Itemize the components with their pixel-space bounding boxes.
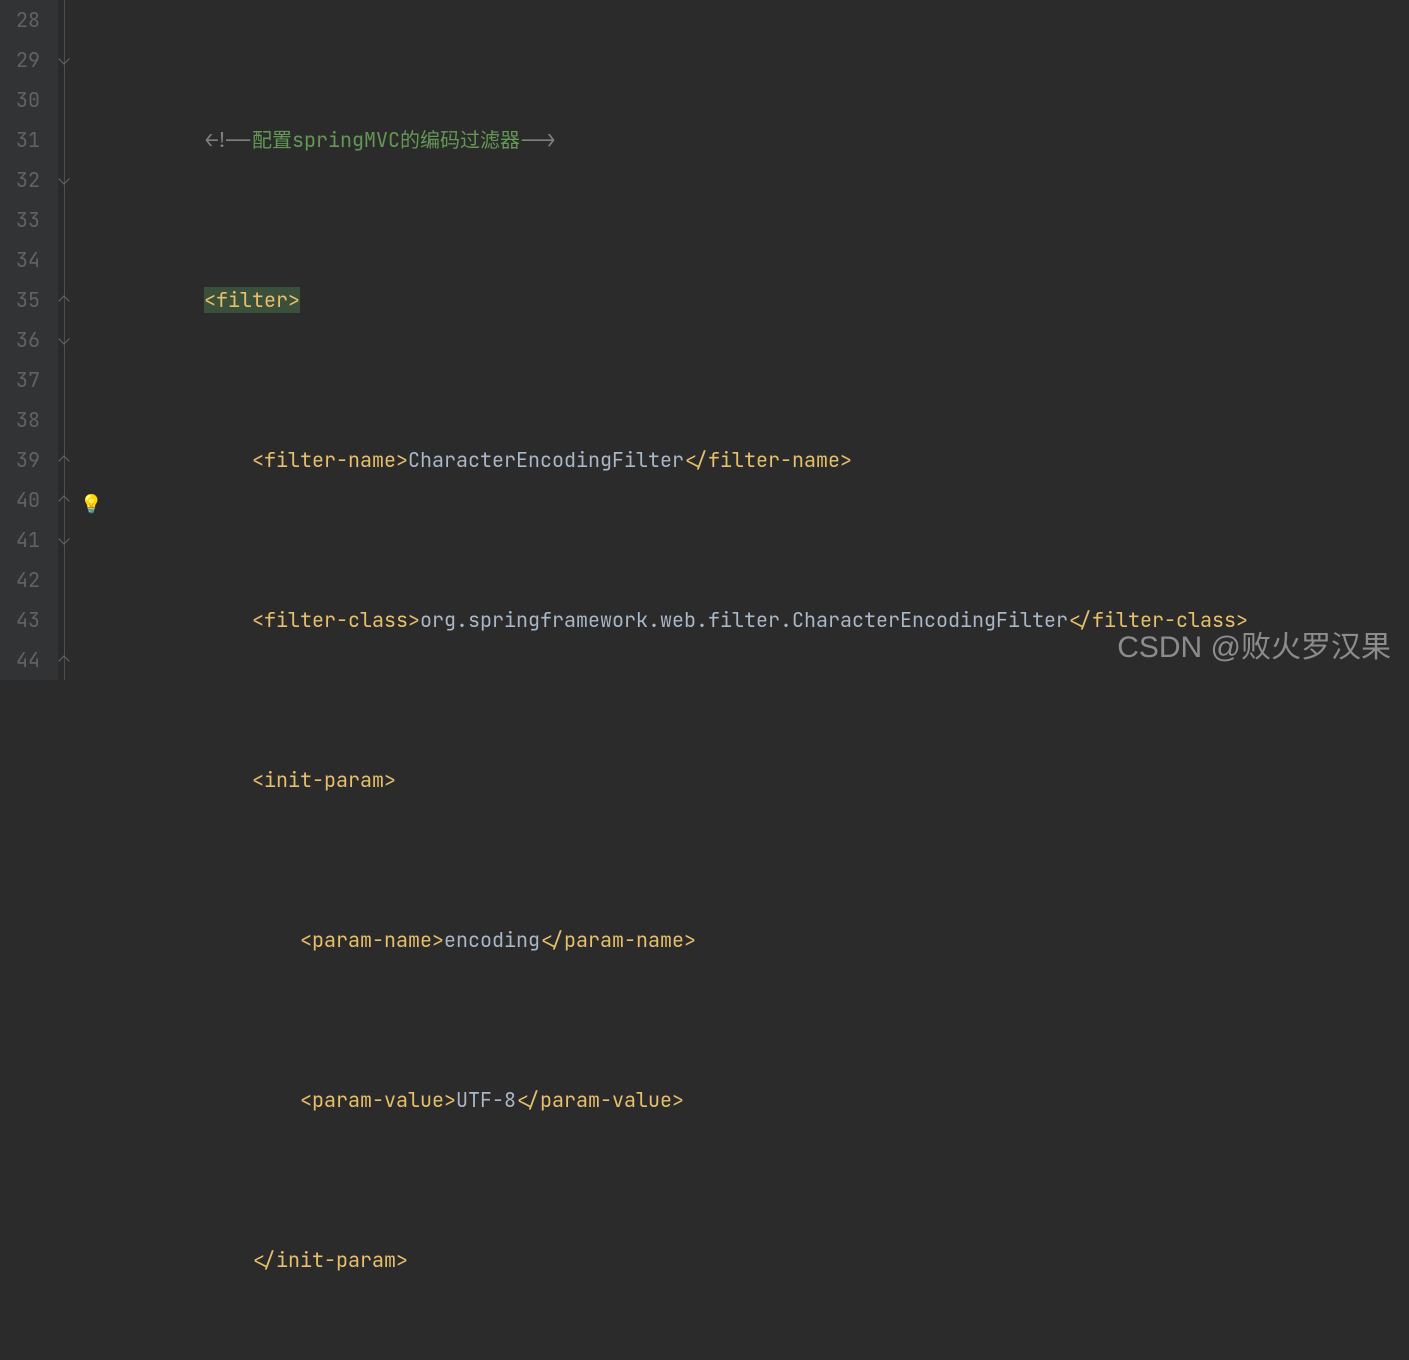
line-number: 42 — [0, 560, 40, 600]
xml-tag: <param-name> — [300, 927, 444, 953]
line-number: 33 — [0, 200, 40, 240]
line-number: 38 — [0, 400, 40, 440]
line-number: 35 — [0, 280, 40, 320]
xml-tag: <filter-class> — [252, 607, 420, 633]
xml-tag: <init-param> — [252, 767, 396, 793]
code-editor[interactable]: 28 29 30 31 32 33 34 35 36 37 38 39 40 4… — [0, 0, 1409, 680]
line-number: 44 — [0, 640, 40, 680]
code-area[interactable]: <!--配置springMVC的编码过滤器--> <filter> <filte… — [108, 0, 1409, 680]
code-line: <filter-class>org.springframework.web.fi… — [108, 600, 1409, 640]
line-number: 40 — [0, 480, 40, 520]
code-line: <init-param> — [108, 760, 1409, 800]
line-number: 29 — [0, 40, 40, 80]
code-line: <!--配置springMVC的编码过滤器--> — [108, 120, 1409, 160]
xml-text: UTF-8 — [456, 1087, 516, 1113]
xml-tag: </filter-name> — [684, 447, 852, 473]
line-number: 43 — [0, 600, 40, 640]
lightbulb-icon[interactable]: 💡 — [80, 485, 98, 503]
xml-comment-open: <!-- — [204, 127, 252, 153]
xml-tag: </param-name> — [540, 927, 696, 953]
code-line: <filter-name>CharacterEncodingFilter</fi… — [108, 440, 1409, 480]
line-number: 41 — [0, 520, 40, 560]
xml-tag: <filter-name> — [252, 447, 408, 473]
fold-gutter: 💡 — [58, 0, 108, 680]
code-line: <filter> — [108, 280, 1409, 320]
xml-text: org.springframework.web.filter.Character… — [420, 607, 1068, 633]
line-number: 37 — [0, 360, 40, 400]
line-number: 39 — [0, 440, 40, 480]
code-line: </init-param> — [108, 1240, 1409, 1280]
xml-text: CharacterEncodingFilter — [408, 447, 684, 473]
xml-comment-close: --> — [520, 127, 556, 153]
xml-comment-text: 配置springMVC的编码过滤器 — [252, 127, 520, 153]
code-line: <param-name>encoding</param-name> — [108, 920, 1409, 960]
line-number: 30 — [0, 80, 40, 120]
xml-tag: </filter-class> — [1068, 607, 1248, 633]
code-line: <param-value>UTF-8</param-value> — [108, 1080, 1409, 1120]
xml-text: encoding — [444, 927, 540, 953]
xml-tag: <param-value> — [300, 1087, 456, 1113]
line-number: 32 — [0, 160, 40, 200]
line-number: 28 — [0, 0, 40, 40]
line-number: 36 — [0, 320, 40, 360]
xml-tag-filter-open: <filter> — [204, 287, 300, 313]
xml-tag: </param-value> — [516, 1087, 684, 1113]
xml-tag: </init-param> — [252, 1247, 408, 1273]
line-number: 34 — [0, 240, 40, 280]
line-number-gutter: 28 29 30 31 32 33 34 35 36 37 38 39 40 4… — [0, 0, 58, 680]
line-number: 31 — [0, 120, 40, 160]
